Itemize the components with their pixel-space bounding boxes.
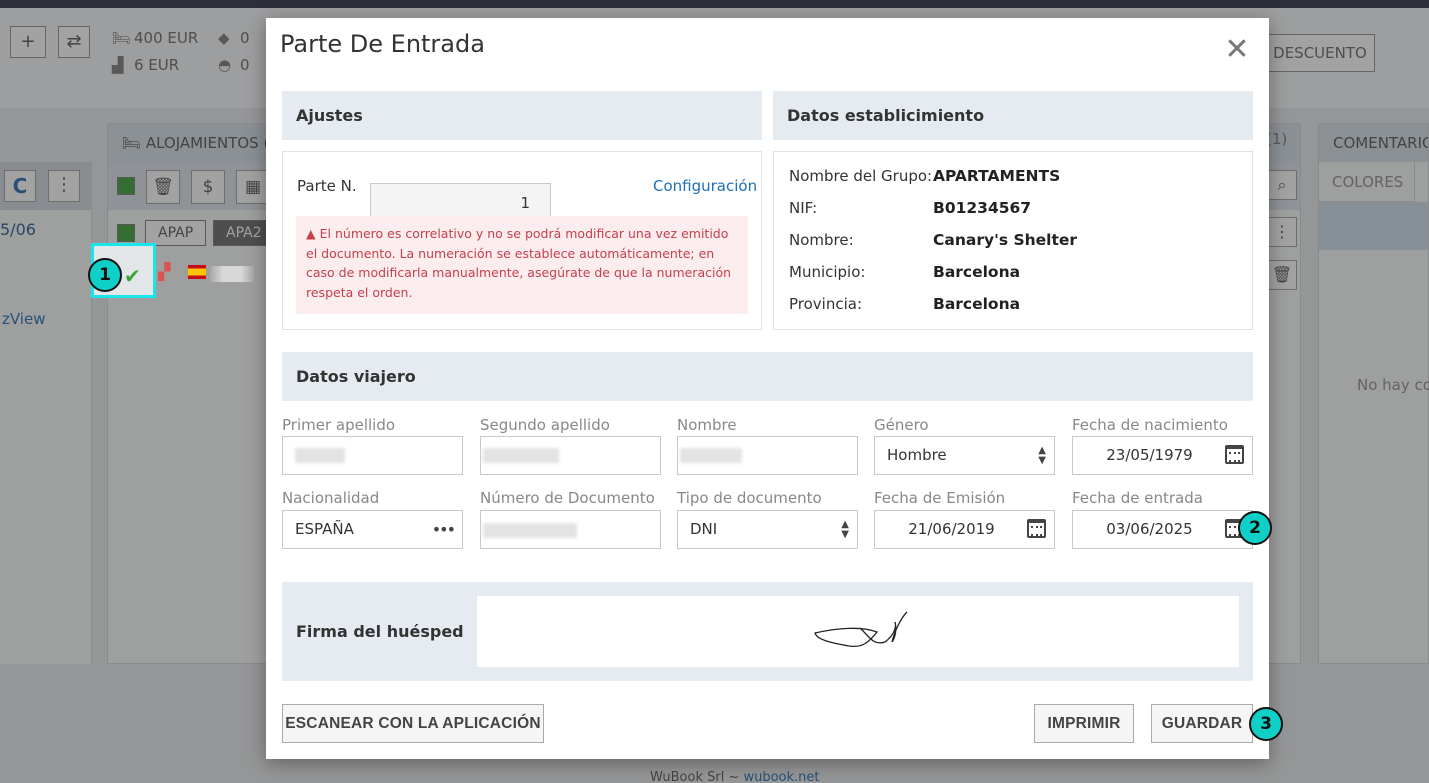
numero-documento-input[interactable] <box>480 510 661 549</box>
nombre-label: Nombre <box>677 416 737 434</box>
redacted-value <box>483 448 559 463</box>
fecha-entrada-label: Fecha de entrada <box>1072 489 1203 507</box>
est-row-nombre: Nombre: Canary's Shelter <box>789 231 1078 249</box>
firma-section: Firma del huésped <box>282 582 1253 681</box>
fecha-nacimiento-input[interactable]: 23/05/1979 <box>1072 436 1253 475</box>
segundo-apellido-input[interactable] <box>480 436 661 475</box>
redacted-value <box>680 448 742 463</box>
parte-entrada-modal: Parte De Entrada ✕ Ajustes Parte N. 1 Co… <box>266 18 1269 759</box>
genero-label: Género <box>874 416 929 434</box>
select-arrows-icon: ▲ ▼ <box>841 519 849 540</box>
est-row-municipio: Municipio: Barcelona <box>789 263 1021 281</box>
nombre-input[interactable] <box>677 436 858 475</box>
warning-icon: ▲ <box>306 226 316 241</box>
save-button[interactable]: GUARDAR <box>1151 704 1253 743</box>
calendar-icon[interactable] <box>1225 445 1244 464</box>
segundo-apellido-label: Segundo apellido <box>480 416 610 434</box>
scan-app-button[interactable]: ESCANEAR CON LA APLICACIÓN <box>282 704 544 743</box>
signature-drawing <box>814 611 908 648</box>
configuracion-link[interactable]: Configuración <box>653 177 757 195</box>
est-row-grupo: Nombre del Grupo:APARTAMENTS <box>789 167 1061 185</box>
est-row-nif: NIF: B01234567 <box>789 199 1032 217</box>
tipo-documento-label: Tipo de documento <box>677 489 822 507</box>
fecha-emision-label: Fecha de Emisión <box>874 489 1006 507</box>
genero-select[interactable]: Hombre ▲ ▼ <box>874 436 1055 475</box>
fecha-nacimiento-label: Fecha de nacimiento <box>1072 416 1228 434</box>
nacionalidad-label: Nacionalidad <box>282 489 380 507</box>
viajero-header: Datos viajero <box>282 352 1253 401</box>
firma-label: Firma del huésped <box>296 622 464 641</box>
warning-alert: ▲ El número es correlativo y no se podrá … <box>296 216 748 314</box>
step-marker-1: 1 <box>88 258 122 292</box>
modal-title: Parte De Entrada <box>280 30 485 58</box>
establecimiento-header: Datos establicimiento <box>773 91 1253 140</box>
nacionalidad-input[interactable]: ESPAÑA ••• <box>282 510 463 549</box>
more-dots-icon[interactable]: ••• <box>432 511 456 548</box>
signature-pad[interactable] <box>477 596 1239 667</box>
blurred-guest-name <box>210 266 254 282</box>
spain-flag-icon <box>188 265 206 279</box>
numero-documento-label: Número de Documento <box>480 489 655 507</box>
primer-apellido-label: Primer apellido <box>282 416 396 434</box>
tipo-documento-select[interactable]: DNI ▲ ▼ <box>677 510 858 549</box>
redacted-value <box>483 523 577 538</box>
fecha-emision-input[interactable]: 21/06/2019 <box>874 510 1055 549</box>
print-button[interactable]: IMPRIMIR <box>1034 704 1134 743</box>
calendar-icon[interactable] <box>1027 519 1046 538</box>
person-check-icon[interactable]: ✔ <box>124 264 141 288</box>
redacted-value <box>295 448 345 463</box>
ajustes-header: Ajustes <box>282 91 762 140</box>
step-marker-3: 3 <box>1249 707 1283 741</box>
select-arrows-icon: ▲ ▼ <box>1038 445 1046 466</box>
fecha-entrada-input[interactable]: 03/06/2025 <box>1072 510 1253 549</box>
checkin-icon: ▞ <box>158 262 171 281</box>
step-marker-2: 2 <box>1238 511 1272 545</box>
guest-row-icons: ▞ <box>158 262 170 281</box>
est-row-provincia: Provincia: Barcelona <box>789 295 1021 313</box>
close-icon[interactable]: ✕ <box>1222 35 1252 66</box>
primer-apellido-input[interactable] <box>282 436 463 475</box>
parte-label: Parte N. <box>297 177 357 195</box>
